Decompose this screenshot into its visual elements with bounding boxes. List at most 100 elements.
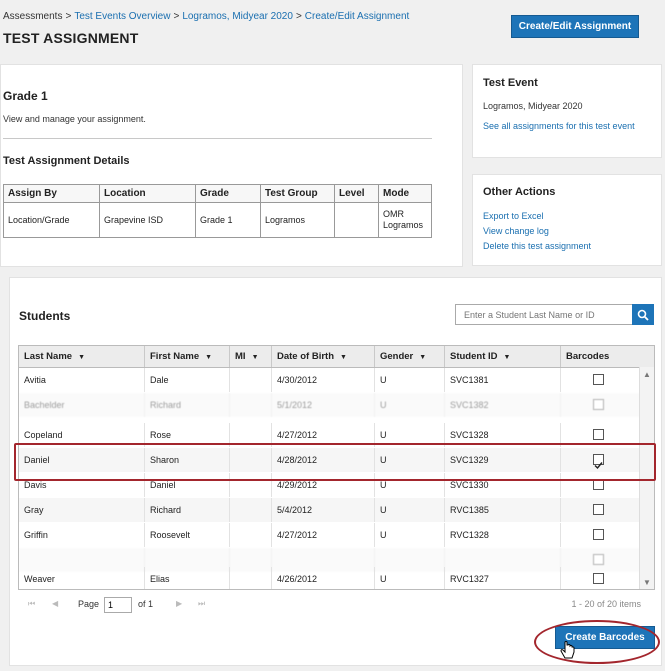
details-col-test-group: Test Group <box>260 184 335 203</box>
breadcrumb-separator: > <box>65 11 72 22</box>
details-col-grade: Grade <box>195 184 261 203</box>
highlight-create-barcodes <box>534 620 660 664</box>
student-search-input[interactable] <box>455 304 633 325</box>
breadcrumb-test-events-overview[interactable]: Test Events Overview <box>74 11 170 22</box>
cell-mi <box>230 368 272 392</box>
cell-gender: U <box>375 393 445 417</box>
other-actions-title: Other Actions <box>483 186 556 198</box>
barcode-checkbox[interactable] <box>593 573 604 584</box>
col-gender-label: Gender <box>380 351 414 362</box>
col-last-name[interactable]: Last Name ▼ <box>19 346 145 367</box>
students-title: Students <box>19 309 71 323</box>
highlight-selected-row <box>14 443 656 481</box>
col-last-name-label: Last Name <box>24 351 73 362</box>
next-page-icon[interactable]: ▶ <box>176 599 182 608</box>
table-row[interactable]: Griffin Roosevelt 4/27/2012 U RVC1328 <box>19 523 654 547</box>
create-edit-assignment-button[interactable]: Create/Edit Assignment <box>511 15 639 38</box>
col-dob-label: Date of Birth <box>277 351 334 362</box>
breadcrumb-separator: > <box>295 11 302 22</box>
cell-gender: U <box>375 567 445 589</box>
last-page-icon[interactable]: ⏭ <box>198 599 205 609</box>
assignment-details-table: Assign By Location Grade Test Group Leve… <box>3 184 432 238</box>
cell-first-name: Elias <box>145 567 230 589</box>
export-to-excel-link[interactable]: Export to Excel <box>483 211 544 221</box>
barcode-checkbox[interactable] <box>593 399 604 410</box>
col-student-id-label: Student ID <box>450 351 498 362</box>
details-col-assign-by: Assign By <box>3 184 100 203</box>
details-header-row: Assign By Location Grade Test Group Leve… <box>3 184 432 203</box>
cell-student-id: RVC1385 <box>445 498 561 522</box>
sort-caret-icon: ▼ <box>205 354 213 361</box>
breadcrumb-separator: > <box>173 11 180 22</box>
details-location: Grapevine ISD <box>99 202 196 238</box>
divider <box>3 138 432 139</box>
col-first-name[interactable]: First Name ▼ <box>145 346 230 367</box>
col-mi[interactable]: MI ▼ <box>230 346 272 367</box>
cell-date-of-birth: 4/26/2012 <box>272 567 375 589</box>
see-all-assignments-link[interactable]: See all assignments for this test event <box>483 121 635 131</box>
col-mi-label: MI <box>235 351 246 362</box>
scroll-down-icon[interactable]: ▼ <box>640 577 654 589</box>
cell-gender: U <box>375 523 445 547</box>
first-page-icon[interactable]: ⏮ <box>28 599 35 609</box>
cell-last-name: Avitia <box>19 368 145 392</box>
details-grade: Grade 1 <box>195 202 261 238</box>
cell-student-id: SVC1381 <box>445 368 561 392</box>
col-student-id[interactable]: Student ID ▼ <box>445 346 561 367</box>
details-col-location: Location <box>99 184 196 203</box>
table-row[interactable]: Avitia Dale 4/30/2012 U SVC1381 <box>19 368 654 392</box>
other-actions-panel: Other Actions Export to Excel View chang… <box>472 174 662 266</box>
cell-date-of-birth: 4/27/2012 <box>272 523 375 547</box>
barcode-checkbox[interactable] <box>593 429 604 440</box>
col-gender[interactable]: Gender ▼ <box>375 346 445 367</box>
details-level <box>334 202 379 238</box>
sort-caret-icon: ▼ <box>503 354 511 361</box>
table-row[interactable]: Bachelder Richard 5/1/2012 U SVC1382 <box>19 393 654 417</box>
col-date-of-birth[interactable]: Date of Birth ▼ <box>272 346 375 367</box>
sort-caret-icon: ▼ <box>251 354 259 361</box>
breadcrumb-test-event[interactable]: Logramos, Midyear 2020 <box>182 11 293 22</box>
cell-student-id: RVC1328 <box>445 523 561 547</box>
sort-caret-icon: ▼ <box>340 354 347 361</box>
barcode-checkbox[interactable] <box>593 554 604 565</box>
details-test-group: Logramos <box>260 202 335 238</box>
cell-mi <box>230 393 272 417</box>
test-event-name: Logramos, Midyear 2020 <box>483 101 583 111</box>
search-icon <box>637 309 649 321</box>
cell-gender: U <box>375 368 445 392</box>
page-count: of 1 <box>138 599 154 609</box>
details-title: Test Assignment Details <box>3 155 130 167</box>
barcode-checkbox[interactable] <box>593 504 604 515</box>
details-mode: OMR Logramos <box>378 202 432 238</box>
sort-caret-icon: ▼ <box>78 354 85 361</box>
hand-cursor-icon <box>560 641 575 659</box>
cell-student-id: RVC1327 <box>445 567 561 589</box>
cell-mi <box>230 523 272 547</box>
barcode-checkbox[interactable] <box>593 529 604 540</box>
breadcrumb-assessments[interactable]: Assessments <box>3 11 62 22</box>
test-event-panel: Test Event Logramos, Midyear 2020 See al… <box>472 64 662 158</box>
barcode-checkbox[interactable] <box>593 374 604 385</box>
cell-last-name: Weaver <box>19 567 145 589</box>
cell-first-name: Richard <box>145 498 230 522</box>
cell-mi <box>230 567 272 589</box>
col-first-name-label: First Name <box>150 351 200 362</box>
cell-first-name: Richard <box>145 393 230 417</box>
search-button[interactable] <box>632 304 654 325</box>
table-row[interactable]: Weaver Elias 4/26/2012 U RVC1327 <box>19 567 654 589</box>
details-assign-by: Location/Grade <box>3 202 100 238</box>
view-change-log-link[interactable]: View change log <box>483 226 549 236</box>
breadcrumb-create-edit-assignment[interactable]: Create/Edit Assignment <box>305 11 410 22</box>
scroll-up-icon[interactable]: ▲ <box>640 369 654 381</box>
breadcrumb: Assessments > Test Events Overview > Logramo… <box>3 11 409 22</box>
delete-assignment-link[interactable]: Delete this test assignment <box>483 241 591 251</box>
table-row[interactable]: Gray Richard 5/4/2012 U RVC1385 <box>19 498 654 522</box>
cell-first-name: Roosevelt <box>145 523 230 547</box>
cell-first-name: Dale <box>145 368 230 392</box>
test-event-title: Test Event <box>483 77 538 89</box>
page-label: Page <box>78 599 100 609</box>
prev-page-icon[interactable]: ◀ <box>52 599 58 608</box>
page-number-input[interactable] <box>104 597 132 613</box>
details-value-row: Location/Grade Grapevine ISD Grade 1 Log… <box>3 202 432 238</box>
cell-last-name: Bachelder <box>19 393 145 417</box>
